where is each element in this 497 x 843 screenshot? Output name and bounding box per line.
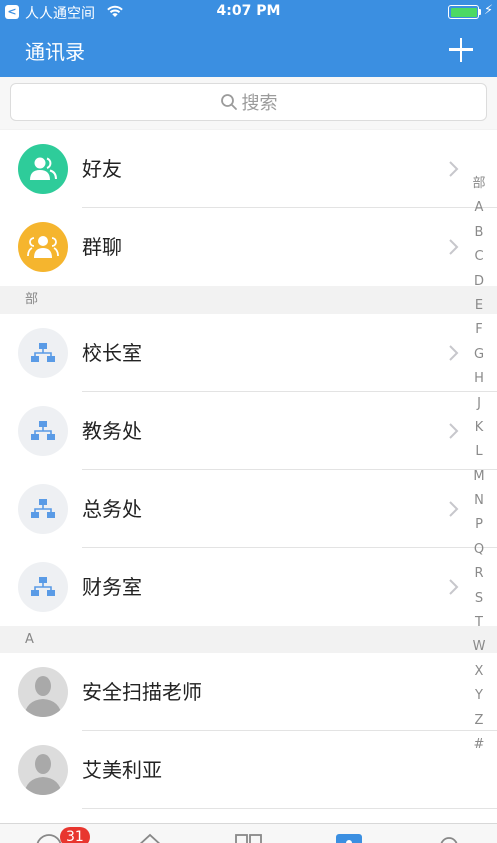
- list-item-contact-partial[interactable]: [0, 809, 497, 823]
- index-letter[interactable]: L: [467, 440, 491, 464]
- index-letter[interactable]: Z: [467, 709, 491, 733]
- chevron-right-icon: [449, 345, 459, 361]
- page-title: 通讯录: [25, 40, 85, 64]
- list-item-department[interactable]: 财务室: [0, 548, 497, 626]
- alphabet-index[interactable]: 部 A B C D E F G H J K L M N P Q R S T W …: [467, 172, 491, 757]
- index-letter[interactable]: W: [467, 635, 491, 659]
- list-item-label: 校长室: [82, 341, 142, 365]
- tab-profile[interactable]: [434, 832, 464, 843]
- index-letter[interactable]: F: [467, 318, 491, 342]
- battery-tip: [479, 9, 481, 15]
- charging-icon: ⚡: [484, 3, 494, 18]
- index-letter[interactable]: A: [467, 196, 491, 220]
- status-bar: < 人人通空间 4:07 PM ⚡: [0, 0, 497, 26]
- chevron-right-icon: [449, 501, 459, 517]
- tab-home[interactable]: [135, 832, 165, 843]
- index-letter[interactable]: 部: [467, 172, 491, 196]
- index-letter[interactable]: X: [467, 660, 491, 684]
- chevron-right-icon: [449, 579, 459, 595]
- index-letter[interactable]: P: [467, 513, 491, 537]
- list-item-friends[interactable]: 好友: [0, 130, 497, 208]
- index-letter[interactable]: S: [467, 587, 491, 611]
- chevron-right-icon: [449, 423, 459, 439]
- list-item-department[interactable]: 校长室: [0, 314, 497, 392]
- index-letter[interactable]: M: [467, 465, 491, 489]
- group-chat-icon: [18, 222, 68, 272]
- org-chart-icon: [18, 406, 68, 456]
- search-placeholder: 搜索: [241, 93, 278, 114]
- list-item-group-chat[interactable]: 群聊: [0, 208, 497, 286]
- index-letter[interactable]: K: [467, 416, 491, 440]
- index-letter[interactable]: E: [467, 294, 491, 318]
- search-icon: [220, 94, 237, 110]
- section-header-departments: 部: [0, 286, 497, 314]
- battery-icon: [448, 5, 479, 19]
- list-item-contact[interactable]: 艾美利亚: [0, 731, 497, 809]
- index-letter[interactable]: D: [467, 270, 491, 294]
- friends-icon: [18, 144, 68, 194]
- list-item-department[interactable]: 教务处: [0, 392, 497, 470]
- index-letter[interactable]: B: [467, 221, 491, 245]
- index-letter[interactable]: Y: [467, 684, 491, 708]
- list-item-label: 艾美利亚: [82, 758, 162, 782]
- search-input[interactable]: 搜索: [10, 83, 487, 121]
- list-item-contact[interactable]: 安全扫描老师: [0, 653, 497, 731]
- org-chart-icon: [18, 484, 68, 534]
- index-letter[interactable]: H: [467, 367, 491, 391]
- unread-badge: 31: [60, 827, 90, 843]
- list-item-label: 总务处: [82, 497, 142, 521]
- org-chart-icon: [18, 328, 68, 378]
- chevron-right-icon: [449, 239, 459, 255]
- chevron-right-icon: [449, 161, 459, 177]
- section-header-a: A: [0, 626, 497, 654]
- index-letter[interactable]: T: [467, 611, 491, 635]
- person-avatar-icon: [18, 667, 68, 717]
- index-letter[interactable]: G: [467, 343, 491, 367]
- list-item-department[interactable]: 总务处: [0, 470, 497, 548]
- list-item-label: 财务室: [82, 575, 142, 599]
- list-item-label: 教务处: [82, 419, 142, 443]
- app-header: < 人人通空间 4:07 PM ⚡ 通讯录: [0, 0, 497, 77]
- index-letter[interactable]: N: [467, 489, 491, 513]
- status-time: 4:07 PM: [216, 3, 281, 19]
- index-letter[interactable]: C: [467, 245, 491, 269]
- person-avatar-icon: [18, 745, 68, 795]
- tab-contacts[interactable]: [334, 832, 364, 843]
- index-letter[interactable]: #: [467, 733, 491, 757]
- tab-apps[interactable]: [234, 832, 264, 843]
- index-letter[interactable]: J: [467, 392, 491, 416]
- org-chart-icon: [18, 562, 68, 612]
- list-item-label: 好友: [82, 157, 122, 181]
- index-letter[interactable]: R: [467, 562, 491, 586]
- index-letter[interactable]: Q: [467, 538, 491, 562]
- list-item-label: 安全扫描老师: [82, 680, 202, 704]
- add-contact-button[interactable]: [447, 36, 475, 64]
- search-bar: 搜索: [0, 77, 497, 129]
- tab-bar: 31: [0, 823, 497, 843]
- list-item-label: 群聊: [82, 235, 122, 259]
